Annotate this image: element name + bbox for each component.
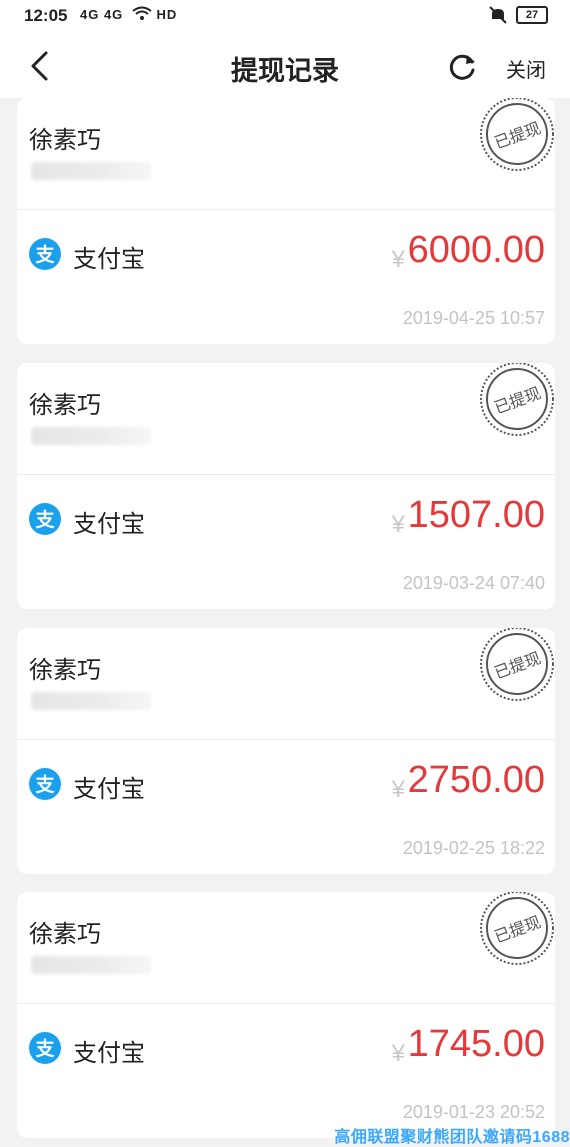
mute-bell-icon: [489, 6, 507, 24]
alipay-icon: 支: [29, 768, 61, 800]
divider: [17, 739, 555, 740]
withdrawal-card[interactable]: 徐素巧 已提现 支 支付宝 ¥ 2750.00 2019-02-25 18:22: [17, 628, 555, 874]
withdrawal-amount: 6000.00: [407, 229, 545, 271]
alipay-icon: 支: [29, 1032, 61, 1064]
withdrawn-stamp: 已提现: [480, 363, 554, 436]
withdrawal-card[interactable]: 徐素巧 已提现 支 支付宝 ¥ 1507.00 2019-03-24 07:40: [17, 363, 555, 609]
stamp-label: 已提现: [492, 383, 544, 417]
network-type: 4G 4G: [80, 7, 124, 22]
payment-method: 支付宝: [73, 511, 145, 538]
stamp-label: 已提现: [492, 648, 544, 682]
withdrawal-amount: 1745.00: [407, 1023, 545, 1065]
svg-text:支: 支: [34, 244, 55, 266]
recipient-name: 徐素巧: [29, 657, 101, 684]
refresh-icon[interactable]: [445, 50, 479, 84]
svg-text:支: 支: [34, 509, 55, 531]
hd-badge: HD: [156, 7, 178, 22]
currency-symbol: ¥: [391, 1040, 405, 1067]
stamp-label: 已提现: [492, 912, 544, 946]
withdrawn-stamp: 已提现: [480, 628, 554, 701]
payment-method: 支付宝: [73, 776, 145, 803]
battery-indicator: 27: [516, 6, 548, 24]
blurred-account-number: [31, 427, 151, 445]
currency-symbol: ¥: [391, 511, 405, 538]
withdrawal-time: 2019-03-24 07:40: [402, 573, 545, 593]
withdrawal-amount: 1507.00: [407, 494, 545, 536]
status-time: 12:05: [24, 6, 68, 25]
withdrawal-time: 2019-01-23 20:52: [402, 1102, 545, 1122]
withdrawal-amount: 2750.00: [407, 759, 545, 801]
recipient-name: 徐素巧: [29, 921, 101, 948]
nav-bar: 提现记录 关闭: [0, 34, 570, 98]
svg-text:支: 支: [34, 1038, 55, 1060]
status-bar: 12:05 4G 4G HD 27: [0, 0, 570, 34]
recipient-name: 徐素巧: [29, 127, 101, 154]
withdrawn-stamp: 已提现: [480, 892, 554, 965]
alipay-icon: 支: [29, 238, 61, 270]
signal-icons: 4G 4G HD: [80, 6, 177, 22]
withdrawal-time: 2019-04-25 10:57: [402, 308, 545, 328]
divider: [17, 1003, 555, 1004]
watermark-text: 高佣联盟聚财熊团队邀请码1688: [334, 1129, 570, 1146]
withdrawal-card[interactable]: 徐素巧 已提现 支 支付宝 ¥ 6000.00 2019-04-25 10:57: [17, 98, 555, 344]
payment-method: 支付宝: [73, 1040, 145, 1067]
withdrawn-stamp: 已提现: [480, 98, 554, 171]
close-button[interactable]: 关闭: [506, 54, 546, 83]
divider: [17, 474, 555, 475]
withdrawal-time: 2019-02-25 18:22: [402, 838, 545, 858]
svg-text:支: 支: [34, 774, 55, 796]
withdrawal-card[interactable]: 徐素巧 已提现 支 支付宝 ¥ 1745.00 2019-01-23 20:52: [17, 892, 555, 1138]
stamp-label: 已提现: [492, 118, 544, 152]
blurred-account-number: [31, 956, 151, 974]
currency-symbol: ¥: [391, 776, 405, 803]
blurred-account-number: [31, 692, 151, 710]
status-right: 27: [488, 6, 548, 24]
payment-method: 支付宝: [73, 246, 145, 273]
recipient-name: 徐素巧: [29, 392, 101, 419]
currency-symbol: ¥: [391, 246, 405, 273]
page-title: 提现记录: [231, 56, 339, 86]
blurred-account-number: [31, 162, 151, 180]
wifi-icon: [132, 6, 152, 20]
divider: [17, 209, 555, 210]
alipay-icon: 支: [29, 503, 61, 535]
